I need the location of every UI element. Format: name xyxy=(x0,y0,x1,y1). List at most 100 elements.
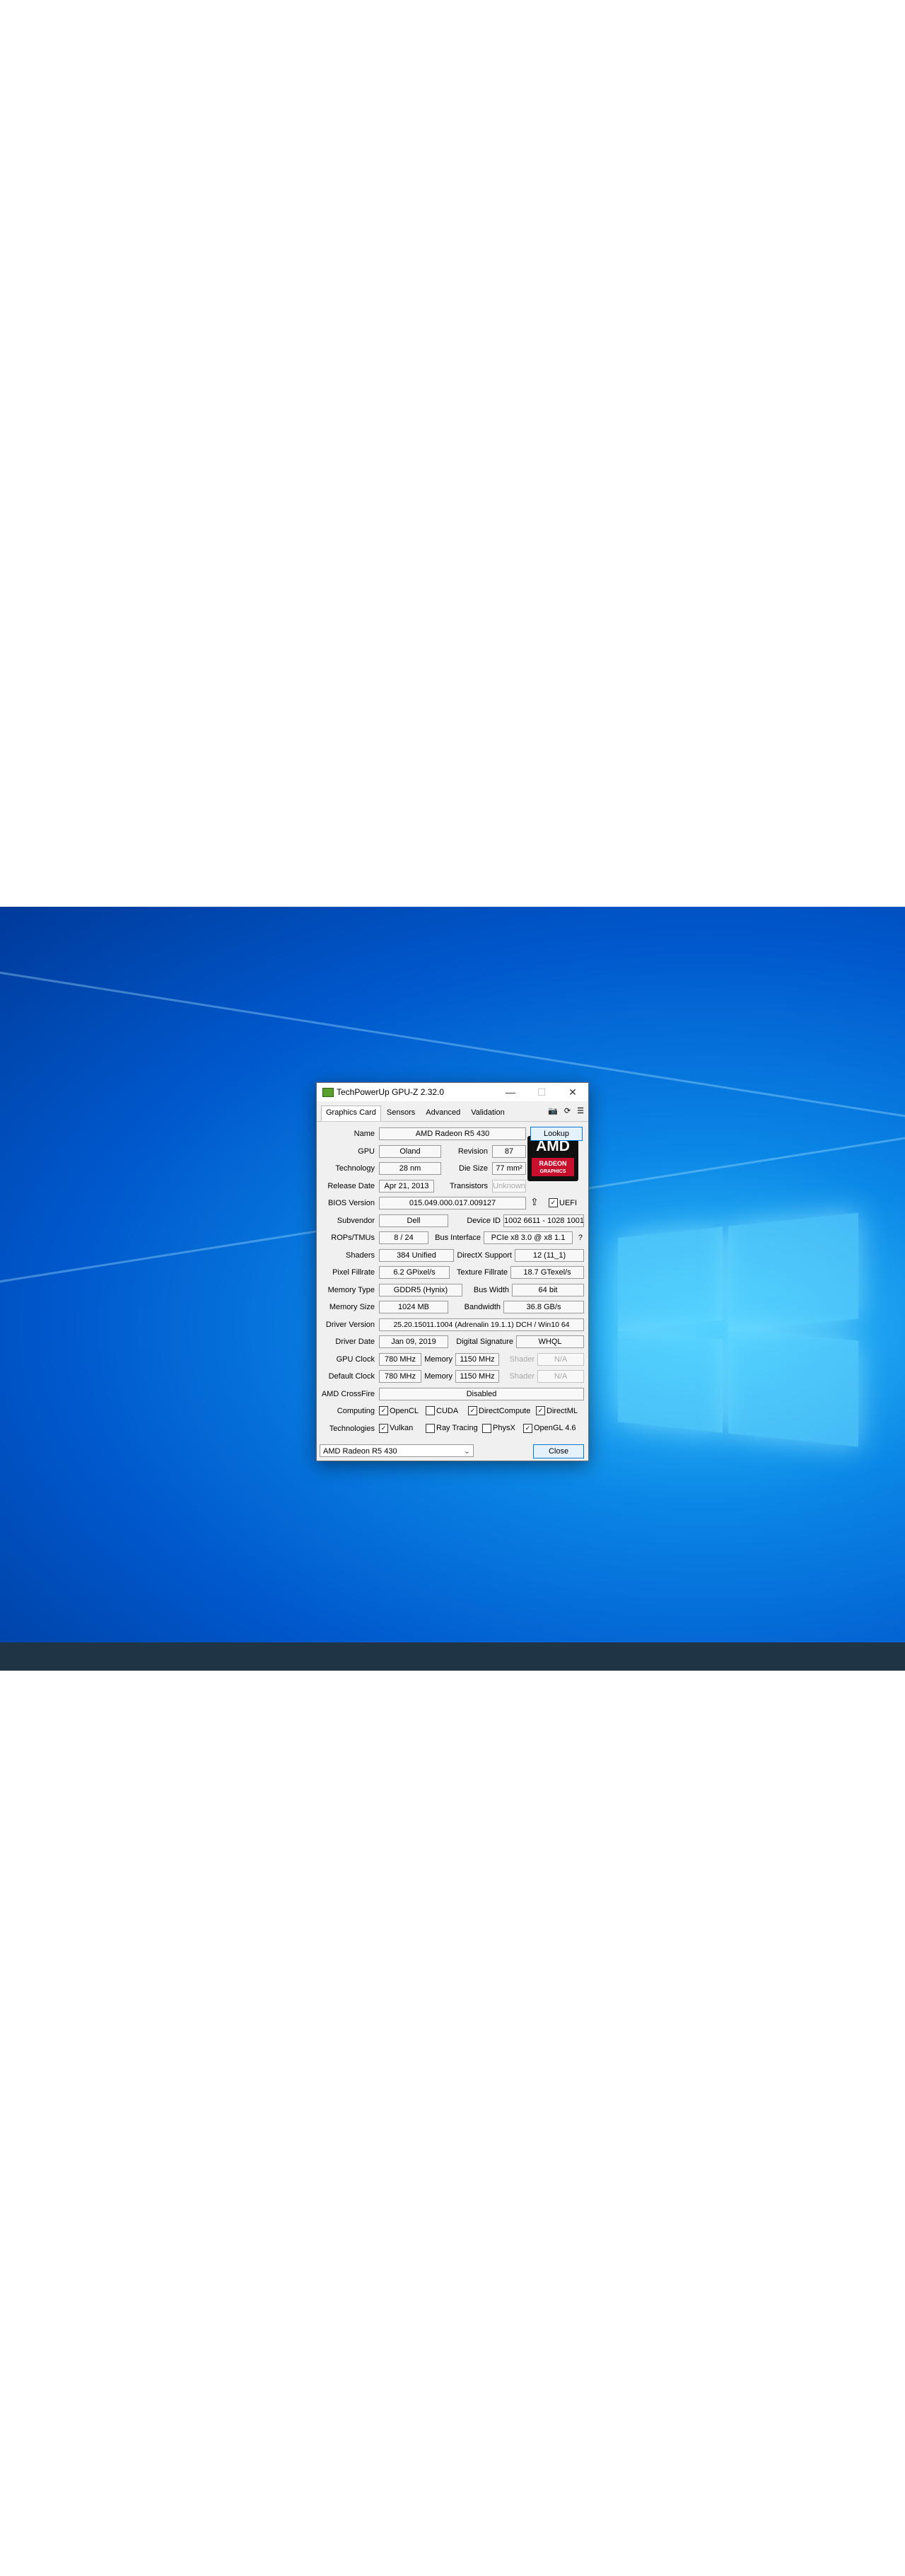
technology-value[interactable]: 28 nm xyxy=(379,1162,441,1175)
tab-advanced[interactable]: Advanced xyxy=(421,1106,465,1121)
transistors-label: Transistors xyxy=(450,1181,488,1190)
gpu-select-dropdown[interactable]: AMD Radeon R5 430 ⌄ xyxy=(320,1444,474,1457)
bandwidth-label: Bandwidth xyxy=(464,1303,501,1311)
vulkan-checkbox[interactable]: ✓ Vulkan xyxy=(379,1423,414,1433)
default-clock-value[interactable]: 780 MHz xyxy=(379,1370,421,1383)
tab-bar: Graphics Card Sensors Advanced Validatio… xyxy=(317,1101,588,1122)
gpu-clock-label: GPU Clock xyxy=(336,1354,375,1364)
bios-label: BIOS Version xyxy=(327,1199,375,1207)
directx-value[interactable]: 12 (11_1) xyxy=(515,1248,584,1262)
crossfire-value[interactable]: Disabled xyxy=(379,1387,584,1400)
maximize-button[interactable]: ☐ xyxy=(526,1083,557,1101)
physx-checkbox[interactable]: PhysX xyxy=(482,1423,515,1433)
digital-signature-value[interactable]: WHQL xyxy=(516,1335,584,1348)
tab-sensors[interactable]: Sensors xyxy=(382,1106,420,1121)
digital-signature-label: Digital Signature xyxy=(456,1338,513,1346)
memory-size-label: Memory Size xyxy=(329,1303,375,1311)
row-gpu-clock: GPU Clock 780 MHz Memory 1150 MHz Shader… xyxy=(320,1351,585,1369)
opencl-checkbox[interactable]: ✓ OpenCL xyxy=(379,1406,419,1415)
subvendor-label: Subvendor xyxy=(337,1216,375,1225)
bus-interface-label: Bus Interface xyxy=(435,1234,481,1242)
name-value[interactable]: AMD Radeon R5 430 xyxy=(379,1127,526,1140)
pixel-fillrate-label: Pixel Fillrate xyxy=(332,1268,375,1277)
row-technology: Technology 28 nm Die Size 77 mm² xyxy=(320,1160,585,1178)
memory-type-value[interactable]: GDDR5 (Hynix) xyxy=(379,1283,462,1296)
lookup-button[interactable]: Lookup xyxy=(530,1127,583,1141)
windows-logo xyxy=(615,1204,870,1458)
release-date-value[interactable]: Apr 21, 2013 xyxy=(379,1179,434,1193)
gpu-clock-shader-label: Shader xyxy=(509,1354,535,1364)
driver-date-value[interactable]: Jan 09, 2019 xyxy=(379,1335,448,1348)
camera-icon[interactable]: 📷 xyxy=(548,1106,558,1115)
taskbar[interactable] xyxy=(0,1642,905,1671)
device-id-label: Device ID xyxy=(467,1216,501,1225)
row-gpu: GPU Oland Revision 87 xyxy=(320,1143,585,1161)
revision-value[interactable]: 87 xyxy=(492,1144,526,1158)
refresh-icon[interactable]: ⟳ xyxy=(564,1106,571,1115)
device-id-value[interactable]: 1002 6611 - 1028 1001 xyxy=(503,1214,584,1227)
row-name: Name AMD Radeon R5 430 Lookup xyxy=(320,1125,585,1143)
gpu-value[interactable]: Oland xyxy=(379,1144,441,1158)
directml-checkbox[interactable]: ✓ DirectML xyxy=(536,1406,578,1415)
check-icon: ✓ xyxy=(379,1423,388,1433)
default-clock-memory-label: Memory xyxy=(424,1372,452,1381)
cuda-label: CUDA xyxy=(436,1406,459,1415)
opencl-label: OpenCL xyxy=(390,1406,419,1415)
pixel-fillrate-value[interactable]: 6.2 GPixel/s xyxy=(379,1266,450,1279)
tab-validation[interactable]: Validation xyxy=(466,1106,510,1121)
row-technologies: Technologies ✓ Vulkan Ray Tracing PhysX ✓… xyxy=(320,1420,585,1438)
shaders-value[interactable]: 384 Unified xyxy=(379,1248,454,1262)
windows-logo-pane xyxy=(618,1226,723,1331)
share-icon[interactable]: ⇪ xyxy=(530,1196,539,1208)
directcompute-checkbox[interactable]: ✓ DirectCompute xyxy=(468,1406,530,1415)
bandwidth-value[interactable]: 36.8 GB/s xyxy=(503,1301,584,1313)
bus-help-button[interactable]: ? xyxy=(576,1234,583,1242)
gpu-label: GPU xyxy=(358,1147,375,1156)
bios-value[interactable]: 015.049.000.017.009127 xyxy=(379,1197,526,1209)
driver-version-value[interactable]: 25.20.15011.1004 (Adrenalin 19.1.1) DCH … xyxy=(379,1318,584,1331)
die-size-value[interactable]: 77 mm² xyxy=(492,1162,526,1175)
default-clock-shader-value[interactable]: N/A xyxy=(537,1370,584,1383)
technology-label: Technology xyxy=(335,1164,375,1173)
gpu-select-value: AMD Radeon R5 430 xyxy=(323,1447,397,1456)
crossfire-label: AMD CrossFire xyxy=(321,1389,375,1398)
tab-graphics-card[interactable]: Graphics Card xyxy=(321,1106,381,1121)
vulkan-label: Vulkan xyxy=(390,1424,414,1432)
gpu-clock-value[interactable]: 780 MHz xyxy=(379,1352,421,1366)
close-window-button[interactable]: ✕ xyxy=(557,1083,588,1101)
footer-bar: AMD Radeon R5 430 ⌄ Close xyxy=(317,1442,588,1461)
driver-date-label: Driver Date xyxy=(335,1338,375,1346)
menu-icon[interactable]: ☰ xyxy=(577,1106,584,1115)
gpu-clock-memory-value[interactable]: 1150 MHz xyxy=(455,1352,499,1366)
minimize-button[interactable]: — xyxy=(495,1083,526,1101)
release-date-label: Release Date xyxy=(327,1181,375,1190)
uefi-check-icon: ✓ xyxy=(549,1198,558,1207)
subvendor-value[interactable]: Dell xyxy=(379,1214,448,1227)
ray-tracing-checkbox[interactable]: Ray Tracing xyxy=(426,1423,478,1433)
memory-size-value[interactable]: 1024 MB xyxy=(379,1301,448,1313)
row-fillrate: Pixel Fillrate 6.2 GPixel/s Texture Fill… xyxy=(320,1264,585,1282)
memory-type-label: Memory Type xyxy=(327,1285,375,1294)
bus-interface-value[interactable]: PCIe x8 3.0 @ x8 1.1 xyxy=(484,1231,573,1244)
check-icon: ✓ xyxy=(536,1406,545,1415)
texture-fillrate-label: Texture Fillrate xyxy=(456,1268,508,1277)
bus-width-value[interactable]: 64 bit xyxy=(512,1283,584,1296)
opengl-checkbox[interactable]: ✓ OpenGL 4.6 xyxy=(523,1423,576,1433)
cuda-checkbox[interactable]: CUDA xyxy=(426,1406,458,1415)
title-bar[interactable]: TechPowerUp GPU-Z 2.32.0 — ☐ ✕ xyxy=(317,1083,588,1101)
check-icon: ✓ xyxy=(468,1406,477,1415)
directx-label: DirectX Support xyxy=(457,1251,512,1260)
row-crossfire: AMD CrossFire Disabled xyxy=(320,1386,585,1403)
revision-label: Revision xyxy=(457,1147,488,1156)
close-button[interactable]: Close xyxy=(533,1444,584,1458)
uefi-checkbox[interactable]: ✓ UEFI xyxy=(549,1198,577,1207)
row-driver-version: Driver Version 25.20.15011.1004 (Adrenal… xyxy=(320,1316,585,1334)
windows-logo-pane xyxy=(728,1212,858,1333)
gpu-clock-shader-value[interactable]: N/A xyxy=(537,1352,584,1366)
default-clock-memory-value[interactable]: 1150 MHz xyxy=(455,1370,499,1383)
texture-fillrate-value[interactable]: 18.7 GTexel/s xyxy=(510,1266,584,1279)
transistors-value[interactable]: Unknown xyxy=(492,1179,526,1193)
unchecked-box-icon xyxy=(482,1423,491,1433)
row-memory-size: Memory Size 1024 MB Bandwidth 36.8 GB/s xyxy=(320,1299,585,1316)
rops-value[interactable]: 8 / 24 xyxy=(379,1231,428,1244)
